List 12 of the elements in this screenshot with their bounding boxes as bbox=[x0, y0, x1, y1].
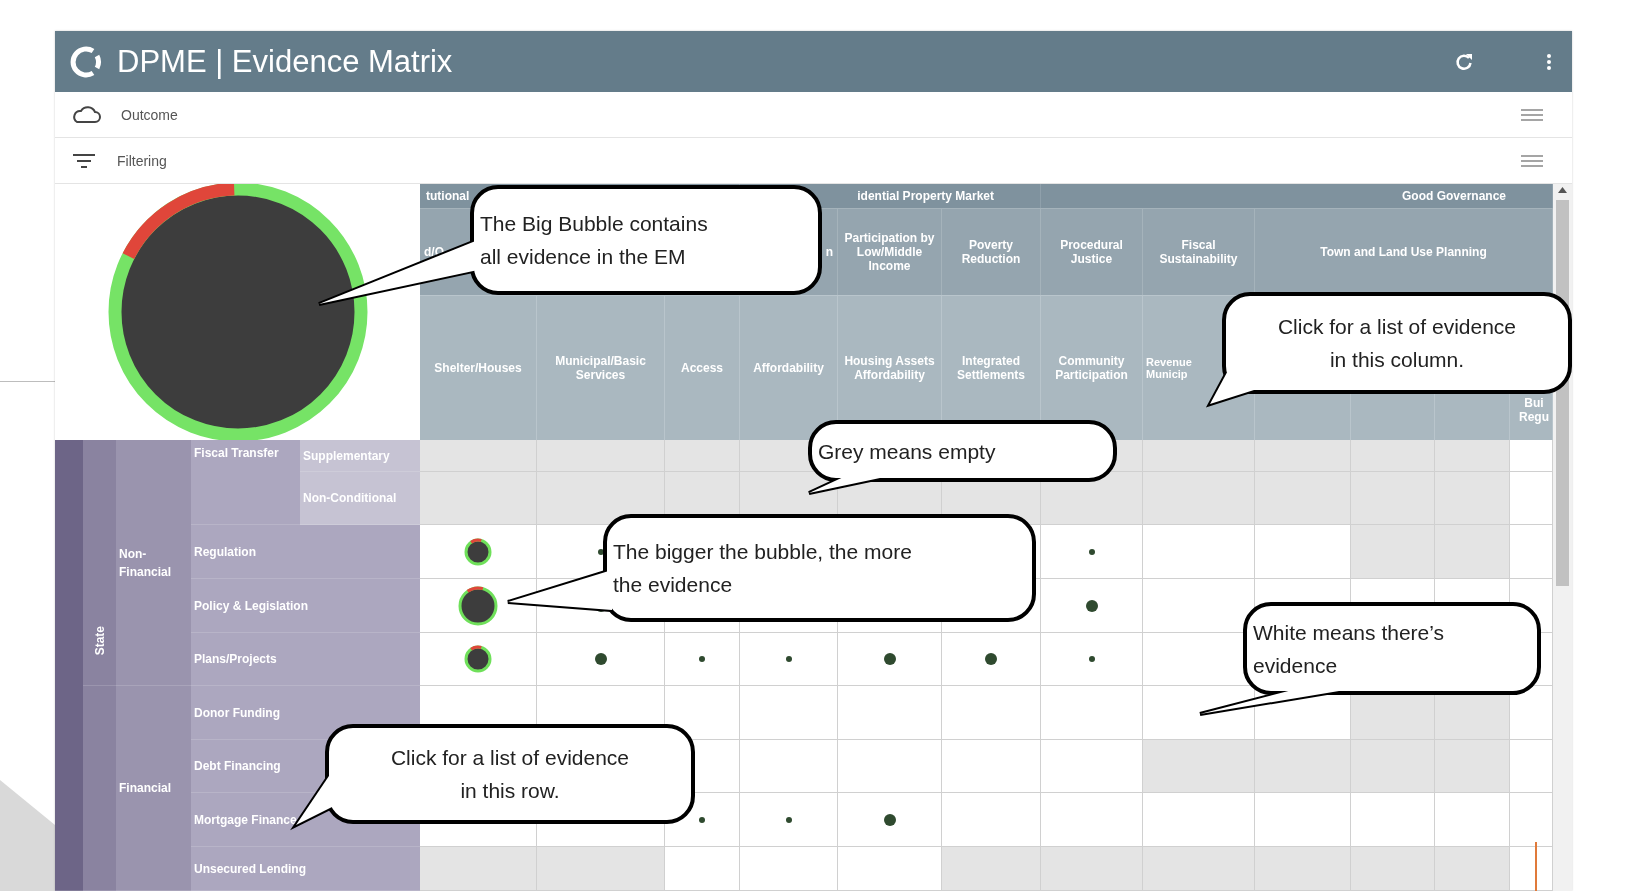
callout-text: Click for a list of evidence in this column. bbox=[1277, 314, 1517, 373]
column-subgroup-header: Town and Land Use Planning bbox=[1255, 208, 1553, 295]
app-title: DPME | Evidence Matrix bbox=[117, 43, 453, 80]
callout-text: Grey means empty bbox=[818, 438, 996, 465]
column-subgroup-header: Fiscal Sustainability bbox=[1143, 208, 1255, 295]
column-subgroup-header: Procedural Justice bbox=[1041, 208, 1143, 295]
callout-text: The bigger the bubble, the more the evidence bbox=[613, 539, 912, 598]
column-subgroup-header: Poverty Reduction bbox=[942, 208, 1041, 295]
callout-text: White means there’s evidence bbox=[1253, 619, 1445, 679]
column-subgroup-header: Participation by Low/Middle Income bbox=[838, 208, 942, 295]
column-group-header: Good Governance bbox=[1041, 184, 1553, 208]
callout-text: The Big Bubble contains all evidence in the EM bbox=[480, 211, 708, 270]
